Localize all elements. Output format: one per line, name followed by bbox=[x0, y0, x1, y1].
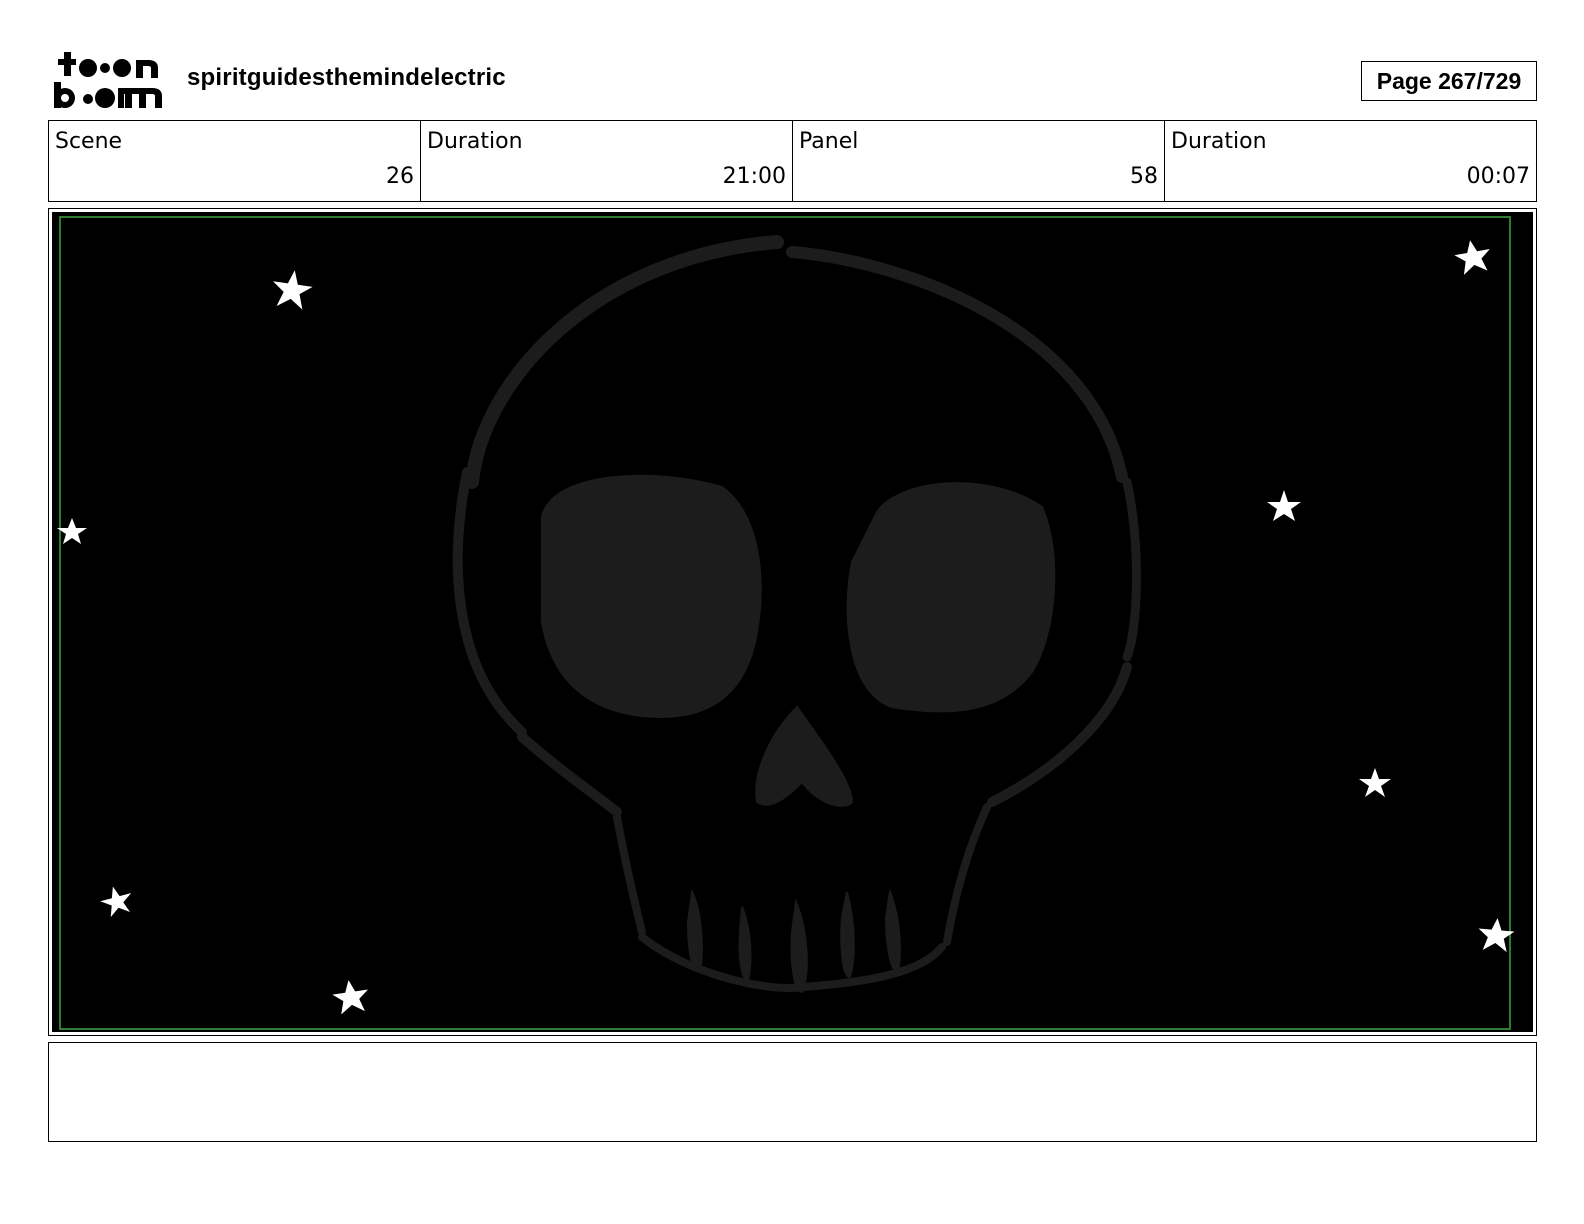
panel-duration-cell: Duration 00:07 bbox=[1165, 121, 1536, 201]
scene-duration-value: 21:00 bbox=[722, 164, 786, 189]
scene-cell: Scene 26 bbox=[49, 121, 421, 201]
panel-duration-label: Duration bbox=[1171, 129, 1267, 154]
toon-boom-logo bbox=[52, 50, 164, 112]
storyboard-panel-frame bbox=[48, 208, 1537, 1036]
storyboard-panel-image bbox=[52, 212, 1533, 1032]
panel-caption-box bbox=[48, 1042, 1537, 1142]
panel-duration-value: 00:07 bbox=[1466, 164, 1530, 189]
page-indicator: Page 267/729 bbox=[1361, 61, 1537, 101]
scene-value: 26 bbox=[386, 164, 414, 189]
scene-duration-label: Duration bbox=[427, 129, 523, 154]
scene-label: Scene bbox=[55, 129, 123, 154]
panel-info-table: Scene 26 Duration 21:00 Panel 58 Duratio… bbox=[48, 120, 1537, 202]
panel-value: 58 bbox=[1130, 164, 1158, 189]
panel-cell: Panel 58 bbox=[793, 121, 1165, 201]
panel-label: Panel bbox=[799, 129, 859, 154]
panel-drawing bbox=[52, 212, 1533, 1032]
scene-duration-cell: Duration 21:00 bbox=[421, 121, 793, 201]
project-title: spiritguidesthemindelectric bbox=[187, 64, 506, 91]
toon-boom-logo-mark bbox=[54, 52, 162, 108]
